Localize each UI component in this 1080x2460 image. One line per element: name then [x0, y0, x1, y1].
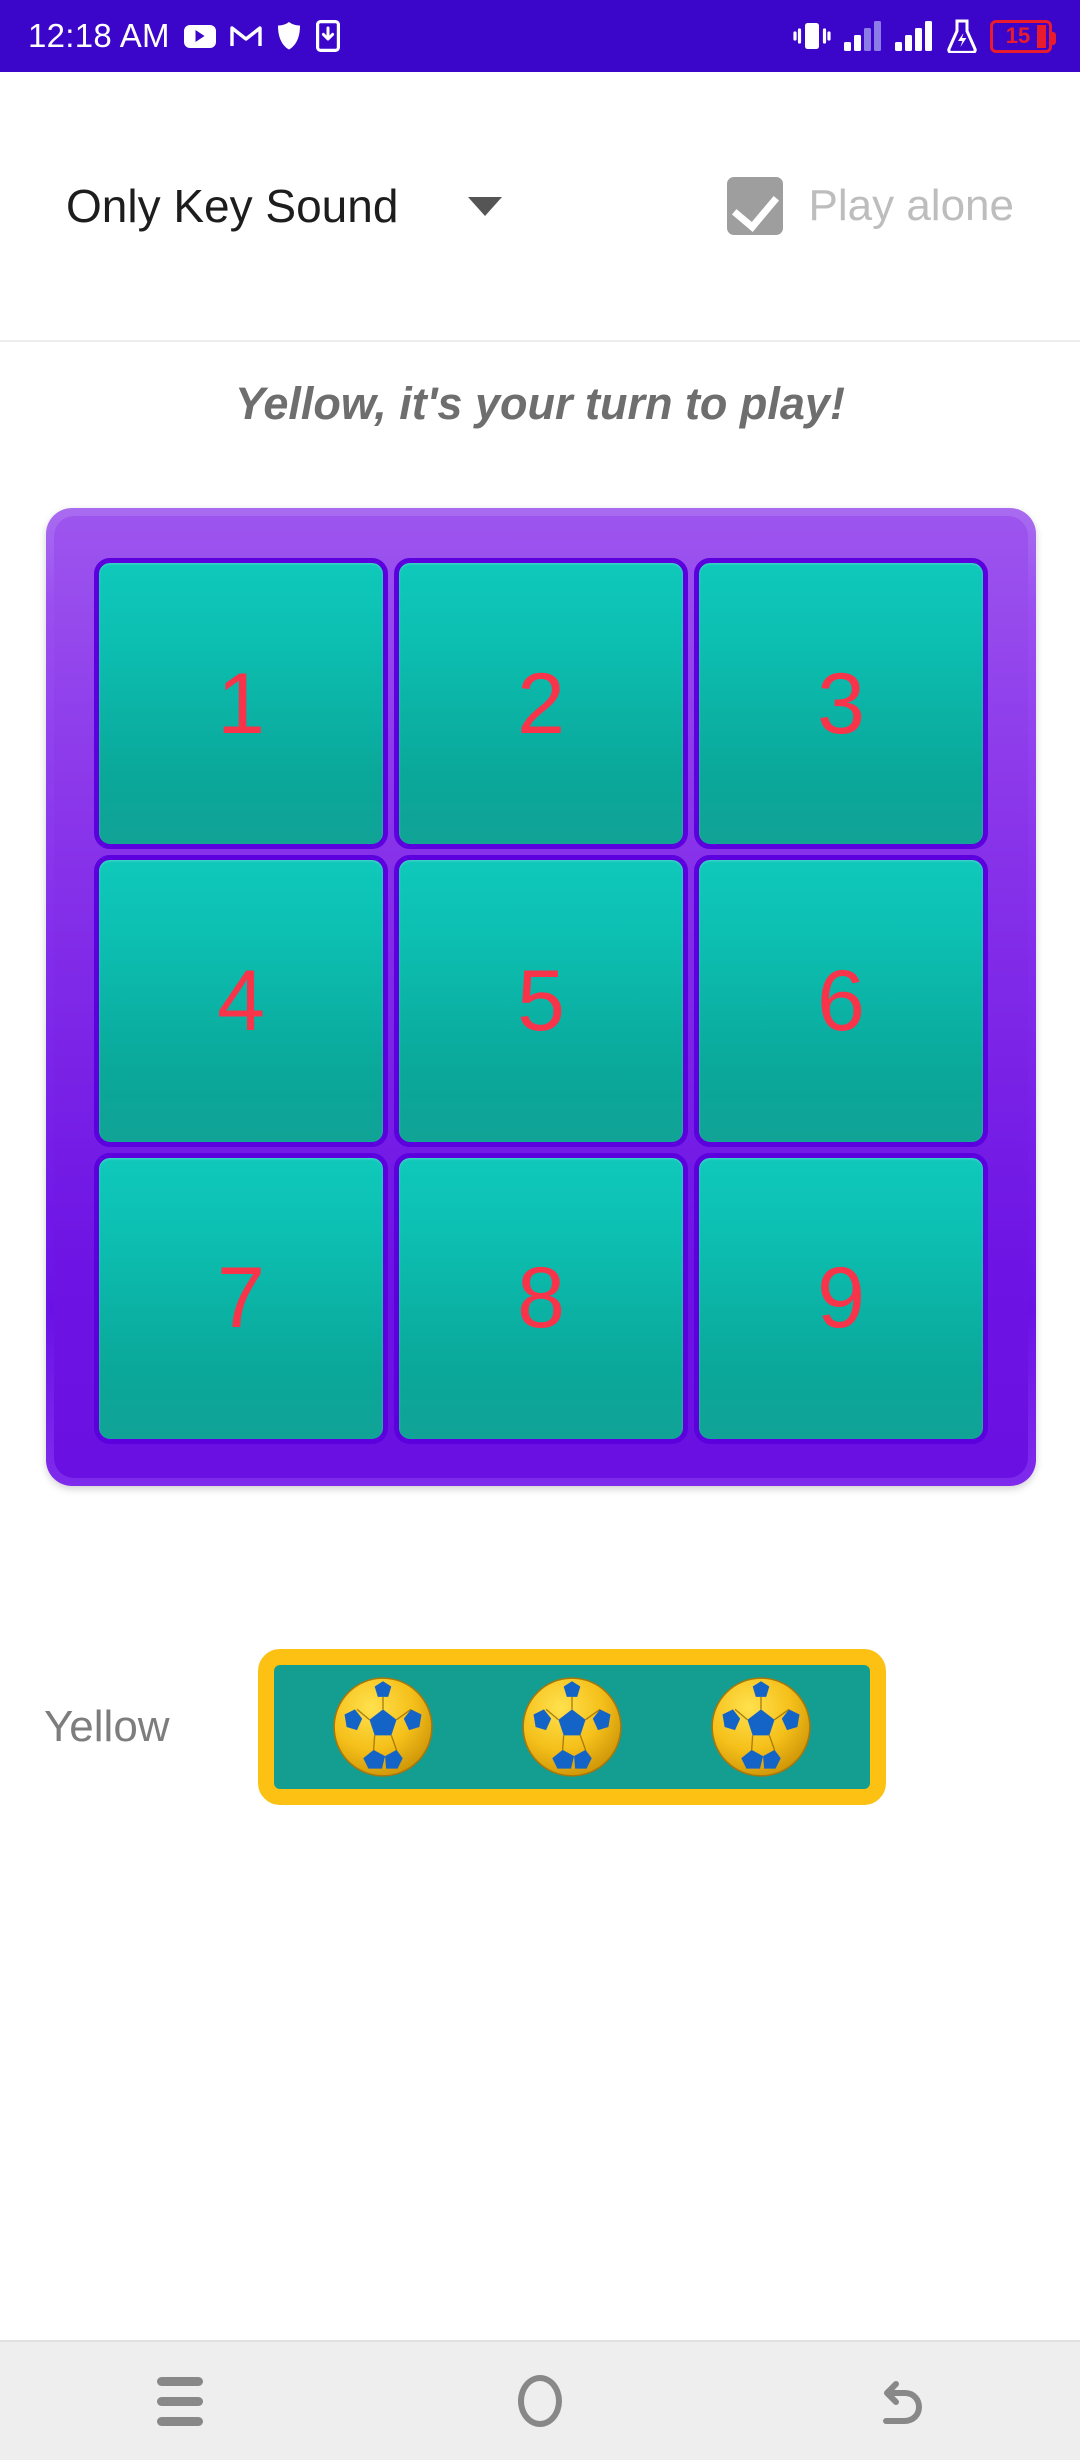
- home-button[interactable]: [465, 2341, 615, 2460]
- board-cell[interactable]: 3: [694, 558, 988, 850]
- app-root: 12:18 AM 15 Only Key Sound Play alone Ye…: [0, 0, 1080, 2460]
- battery-level: 15: [1005, 23, 1031, 48]
- vibrate-icon: [792, 19, 832, 53]
- soccer-ball-icon: [709, 1675, 813, 1779]
- score-row: Yellow: [0, 1632, 1080, 1822]
- game-board-grid: 1 2 3 4 5 6 7 8 9: [54, 516, 1028, 1478]
- download-icon: [315, 20, 340, 52]
- signal-icon-1: [843, 20, 883, 52]
- battery-saver-icon: [945, 19, 979, 53]
- sound-mode-label: Only Key Sound: [66, 180, 399, 232]
- board-cell[interactable]: 8: [394, 1152, 688, 1444]
- board-cell[interactable]: 4: [94, 855, 388, 1147]
- back-button[interactable]: [825, 2341, 975, 2460]
- back-icon[interactable]: [874, 2375, 926, 2427]
- chevron-down-icon[interactable]: [468, 196, 503, 216]
- status-bar-clock: 12:18 AM: [28, 17, 170, 54]
- play-alone-checkbox[interactable]: [726, 177, 783, 235]
- board-cell[interactable]: 2: [394, 558, 688, 850]
- board-cell[interactable]: 5: [394, 855, 688, 1147]
- turn-message: Yellow, it's your turn to play!: [235, 378, 845, 429]
- gmail-icon: [230, 24, 262, 48]
- battery-indicator: 15: [990, 19, 1056, 53]
- android-nav-bar: [0, 2340, 1080, 2460]
- status-bar: 12:18 AM 15: [0, 0, 1080, 72]
- play-alone-checkbox-row[interactable]: Play alone: [726, 177, 1014, 235]
- game-board: 1 2 3 4 5 6 7 8 9: [46, 508, 1036, 1486]
- board-cell[interactable]: 6: [694, 855, 988, 1147]
- play-alone-label: Play alone: [808, 181, 1014, 230]
- toolbar: Only Key Sound Play alone: [0, 72, 1080, 342]
- player-name-label: Yellow: [44, 1702, 170, 1751]
- shield-icon: [276, 21, 302, 51]
- home-icon[interactable]: [518, 2375, 562, 2427]
- sound-mode-dropdown[interactable]: Only Key Sound: [66, 179, 503, 233]
- player-tokens-panel: [258, 1649, 886, 1805]
- status-bar-right: 15: [792, 19, 1056, 53]
- battery-fill: [1037, 24, 1046, 48]
- status-bar-left: 12:18 AM: [28, 17, 340, 55]
- board-cell[interactable]: 1: [94, 558, 388, 850]
- board-cell[interactable]: 7: [94, 1152, 388, 1444]
- soccer-ball-icon: [520, 1675, 624, 1779]
- board-cell[interactable]: 9: [694, 1152, 988, 1444]
- youtube-icon: [183, 24, 216, 48]
- recents-icon[interactable]: [157, 2376, 203, 2426]
- recents-button[interactable]: [105, 2341, 255, 2460]
- signal-icon-2: [894, 20, 934, 52]
- soccer-ball-icon: [331, 1675, 435, 1779]
